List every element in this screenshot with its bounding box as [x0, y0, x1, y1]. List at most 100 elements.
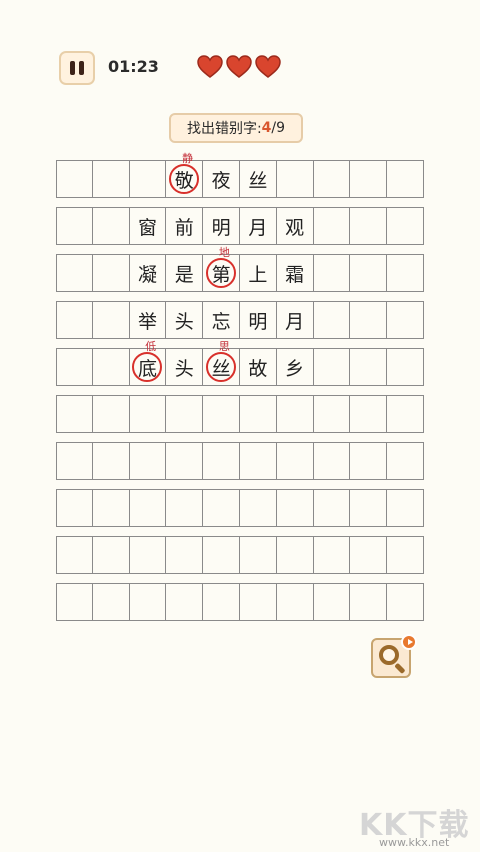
empty-cell — [92, 442, 130, 480]
empty-cell — [276, 395, 314, 433]
error-circle — [132, 352, 163, 382]
empty-cell — [56, 489, 93, 527]
character-cell[interactable]: 凝 — [129, 254, 167, 292]
empty-cell — [92, 348, 130, 386]
progress-total: /9 — [271, 120, 286, 136]
character: 观 — [285, 216, 305, 239]
character-cell[interactable]: 上 — [239, 254, 277, 292]
empty-cell — [203, 395, 240, 433]
character-cell[interactable]: 霜 — [276, 254, 314, 292]
empty-cell — [56, 583, 93, 621]
error-circle — [169, 164, 200, 194]
character-cell[interactable]: 窗 — [129, 207, 167, 245]
empty-cell — [387, 301, 424, 339]
empty-cell — [239, 536, 277, 574]
empty-cell — [387, 395, 424, 433]
character: 上 — [248, 263, 268, 286]
progress-badge: 找出错别字: 4 /9 — [169, 113, 303, 143]
empty-cell — [56, 536, 93, 574]
empty-cell — [92, 489, 130, 527]
empty-cell — [313, 489, 351, 527]
character: 丝 — [248, 169, 268, 192]
empty-cell — [166, 395, 204, 433]
character-cell[interactable]: 第地 — [203, 246, 240, 292]
character-cell[interactable]: 头 — [166, 348, 204, 386]
empty-cell — [387, 207, 424, 245]
empty-cell — [129, 395, 167, 433]
character-cell[interactable]: 夜 — [203, 160, 240, 198]
character-cell[interactable]: 月 — [239, 207, 277, 245]
character-cell[interactable]: 丝 — [239, 160, 277, 198]
correction-label: 静 — [182, 152, 194, 165]
empty-cell — [350, 395, 388, 433]
character: 月 — [248, 216, 268, 239]
character-cell[interactable]: 敬静 — [166, 152, 204, 198]
empty-cell — [387, 254, 424, 292]
character-cell[interactable]: 明 — [203, 207, 240, 245]
character-cell[interactable]: 前 — [166, 207, 204, 245]
empty-cell — [92, 395, 130, 433]
empty-cell — [313, 207, 351, 245]
grid-row — [56, 489, 424, 527]
pause-button[interactable] — [59, 51, 95, 85]
character: 是 — [174, 263, 194, 286]
empty-cell — [92, 583, 130, 621]
empty-cell — [129, 442, 167, 480]
grid-row: 举头忘明月 — [56, 301, 424, 339]
watermark: KK下载 www.kkx.net — [359, 800, 479, 852]
character-cell[interactable]: 乡 — [276, 348, 314, 386]
character: 头 — [174, 310, 194, 333]
empty-cell — [350, 160, 388, 198]
character-cell[interactable]: 故 — [239, 348, 277, 386]
empty-cell — [239, 583, 277, 621]
hint-button[interactable] — [371, 634, 417, 678]
character-cell[interactable]: 忘 — [203, 301, 240, 339]
character-cell[interactable]: 观 — [276, 207, 314, 245]
empty-cell — [313, 348, 351, 386]
grid-row: 敬静夜丝 — [56, 152, 424, 198]
empty-cell — [350, 301, 388, 339]
heart-icon — [255, 55, 281, 78]
character: 乡 — [285, 357, 305, 380]
character-cell[interactable]: 丝思 — [203, 340, 240, 386]
character-cell[interactable]: 头 — [166, 301, 204, 339]
empty-cell — [276, 442, 314, 480]
empty-cell — [313, 301, 351, 339]
play-video-icon — [401, 634, 417, 650]
character-cell[interactable]: 举 — [129, 301, 167, 339]
lives — [197, 55, 281, 79]
empty-cell — [166, 442, 204, 480]
pause-icon — [70, 61, 75, 75]
empty-cell — [387, 442, 424, 480]
progress-found: 4 — [261, 120, 272, 136]
grid-row: 底低头丝思故乡 — [56, 340, 424, 386]
empty-cell — [129, 489, 167, 527]
magnifier-icon — [379, 645, 399, 665]
empty-cell — [350, 489, 388, 527]
empty-cell — [203, 536, 240, 574]
empty-cell — [313, 536, 351, 574]
empty-cell — [350, 536, 388, 574]
character: 明 — [211, 216, 231, 239]
empty-cell — [350, 442, 388, 480]
empty-cell — [166, 536, 204, 574]
character: 故 — [248, 357, 268, 380]
character-cell[interactable]: 月 — [276, 301, 314, 339]
empty-cell — [350, 583, 388, 621]
progress-label: 找出错别字: — [186, 121, 262, 137]
character: 窗 — [137, 216, 157, 239]
character: 霜 — [285, 263, 305, 286]
character-cell[interactable]: 底低 — [129, 340, 167, 386]
character: 头 — [174, 357, 194, 380]
grid-row — [56, 442, 424, 480]
character-cell[interactable]: 是 — [166, 254, 204, 292]
heart-icon — [226, 55, 252, 78]
empty-cell — [92, 160, 130, 198]
watermark-url: www.kkx.net — [379, 836, 450, 849]
empty-cell — [92, 301, 130, 339]
empty-cell — [387, 348, 424, 386]
empty-cell — [166, 583, 204, 621]
empty-cell — [92, 207, 130, 245]
character-cell[interactable]: 明 — [239, 301, 277, 339]
empty-cell — [56, 207, 93, 245]
